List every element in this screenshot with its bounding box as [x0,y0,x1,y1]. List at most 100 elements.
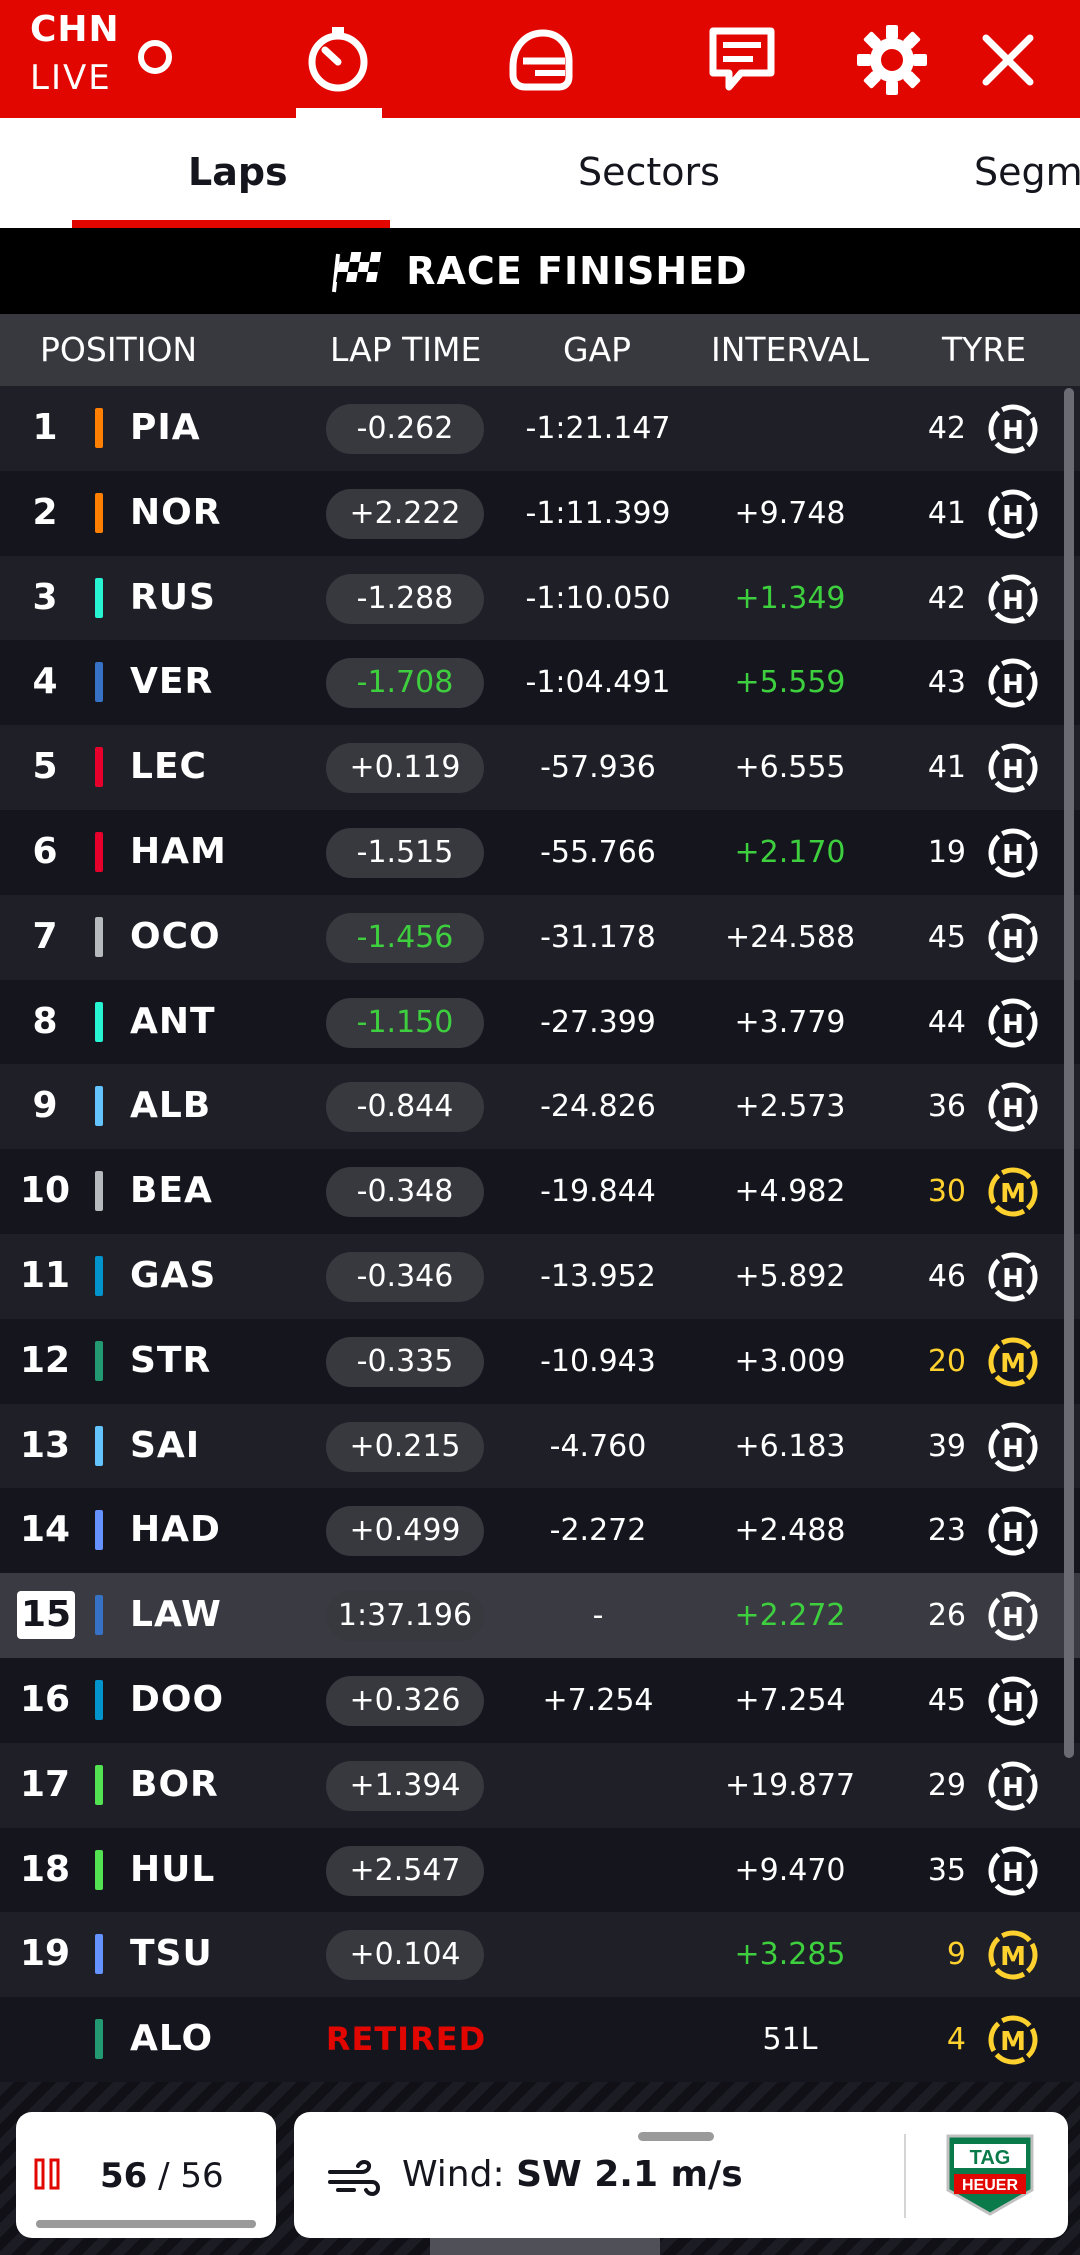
lap-time-pill: -0.262 [326,404,484,454]
driver-row[interactable]: ALO RETIRED 51L 4 M [0,1997,1080,2082]
driver-code: STR [130,1339,212,1381]
row-position: 12 [19,1339,71,1381]
driver-row[interactable]: 16 DOO +0.326 +7.254 +7.254 45 H [0,1657,1080,1743]
tyre-age: 4 [946,2022,966,2058]
driver-code: HUL [130,1848,216,1890]
lap-progress-bar [36,2220,256,2228]
event-code: CHN [30,9,120,50]
driver-row[interactable]: 8 ANT -1.150 -27.399 +3.779 44 H [0,979,1080,1065]
pause-icon[interactable] [34,2158,62,2190]
close-icon[interactable] [968,20,1048,100]
tyre-age: 43 [927,665,966,701]
driver-code: RUS [130,576,216,618]
hard-tyre-icon: H [988,489,1038,539]
driver-code: ALB [130,1085,212,1127]
interval-value: +3.009 [734,1343,846,1379]
tyre-age: 26 [927,1598,966,1634]
row-position: 9 [32,1085,58,1127]
driver-code: HAM [130,830,227,872]
lap-time-pill: +0.119 [326,743,484,794]
lap-time-pill: +1.394 [326,1760,484,1811]
driver-row[interactable]: 9 ALB -0.844 -24.826 +2.573 36 H [0,1064,1080,1150]
gap-value: -4.760 [549,1428,647,1464]
hard-tyre-icon: H [988,1761,1038,1811]
driver-row[interactable]: 18 HUL +2.547 +9.470 35 H [0,1827,1080,1913]
scrollbar[interactable] [1064,388,1074,1758]
interval-value: 51L [762,2022,818,2058]
driver-row[interactable]: 14 HAD +0.499 -2.272 +2.488 23 H [0,1488,1080,1574]
timing-icon[interactable] [298,20,378,100]
gap-value: -31.178 [540,919,656,955]
tyre-age: 36 [927,1089,966,1125]
driver-row[interactable]: 19 TSU +0.104 +3.285 9 M [0,1912,1080,1998]
driver-row[interactable]: 6 HAM -1.515 -55.766 +2.170 19 H [0,809,1080,895]
lap-time-pill: +0.104 [326,1930,484,1981]
lap-counter-card[interactable]: 56 / 56 [16,2112,276,2238]
drag-handle[interactable] [638,2132,714,2141]
hard-tyre-icon: H [988,913,1038,963]
lap-time-pill: 1:37.196 [326,1591,484,1642]
interval-value: +7.254 [734,1682,846,1718]
driver-row[interactable]: 11 GAS -0.346 -13.952 +5.892 46 H [0,1233,1080,1319]
gear-icon[interactable] [852,20,932,100]
row-position: 19 [19,1933,71,1975]
svg-text:M: M [1000,1179,1026,1209]
row-position: 11 [19,1254,71,1296]
gap-value: -2.272 [549,1513,647,1549]
tyre-age: 19 [927,834,966,870]
lap-time-pill: -1.288 [326,573,484,624]
hard-tyre-icon: H [988,1422,1038,1472]
row-position: 16 [19,1678,71,1720]
tyre-age: 44 [927,1004,966,1040]
row-position: 15 [17,1591,75,1640]
gap-value: -19.844 [540,1174,656,1210]
race-control-icon[interactable] [702,20,782,100]
driver-row[interactable]: 10 BEA -0.348 -19.844 +4.982 30 M [0,1149,1080,1234]
driver-row[interactable]: 4 VER -1.708 -1:04.491 +5.559 43 H [0,640,1080,726]
svg-text:H: H [1002,1603,1024,1633]
driver-row[interactable]: 15 LAW 1:37.196 - +2.272 26 H [0,1573,1080,1658]
driver-row[interactable]: 13 SAI +0.215 -4.760 +6.183 39 H [0,1403,1080,1489]
tyre-age: 41 [927,495,966,531]
live-indicator-icon [138,40,172,74]
wind-value: SW 2.1 m/s [516,2154,743,2195]
tag-heuer-logo: TAG HEUER [946,2134,1034,2216]
tab-laps[interactable]: Laps [188,148,288,196]
interval-value: +2.272 [734,1598,846,1634]
lap-counter: 56 / 56 [100,2156,224,2196]
driver-row[interactable]: 7 OCO -1.456 -31.178 +24.588 45 H [0,894,1080,980]
driver-code: LEC [130,746,207,788]
timing-table: 1 PIA -0.262 -1:21.147 42 H 2 NOR +2.222 -1:11.39… [0,386,1080,2082]
driver-row[interactable]: 12 STR -0.335 -10.943 +3.009 20 M [0,1318,1080,1404]
svg-text:H: H [1002,586,1024,616]
svg-text:H: H [1002,840,1024,870]
helmet-icon[interactable] [500,20,580,100]
driver-row[interactable]: 17 BOR +1.394 +19.877 29 H [0,1742,1080,1828]
scrollbar-thumb[interactable] [1064,388,1074,1758]
lap-time-pill: -0.348 [326,1167,484,1218]
driver-row[interactable]: 2 NOR +2.222 -1:11.399 +9.748 41 H [0,470,1080,556]
gap-value: -27.399 [540,1004,656,1040]
team-color-bar [95,831,103,872]
driver-row[interactable]: 3 RUS -1.288 -1:10.050 +1.349 42 H [0,555,1080,641]
tab-segments[interactable]: Segm [974,148,1080,196]
hard-tyre-icon: H [988,1082,1038,1132]
team-color-bar [95,1001,103,1042]
race-status-banner: RACE FINISHED [0,228,1080,314]
team-color-bar [95,1849,103,1890]
lap-time-pill: +0.326 [326,1675,484,1726]
hard-tyre-icon: H [988,658,1038,708]
svg-text:H: H [1002,1264,1024,1294]
driver-code: NOR [130,491,222,533]
driver-row[interactable]: 1 PIA -0.262 -1:21.147 42 H [0,386,1080,471]
team-color-bar [95,492,103,533]
row-position: 3 [32,576,58,618]
hard-tyre-icon: H [988,1252,1038,1302]
svg-text:H: H [1002,501,1024,531]
driver-code: BEA [130,1170,213,1212]
tab-sectors[interactable]: Sectors [578,148,720,196]
weather-card[interactable]: Wind: SW 2.1 m/s TAG HEUER [294,2112,1068,2238]
row-position: 2 [32,491,58,533]
row-position: 1 [32,407,58,448]
driver-row[interactable]: 5 LEC +0.119 -57.936 +6.555 41 H [0,725,1080,810]
